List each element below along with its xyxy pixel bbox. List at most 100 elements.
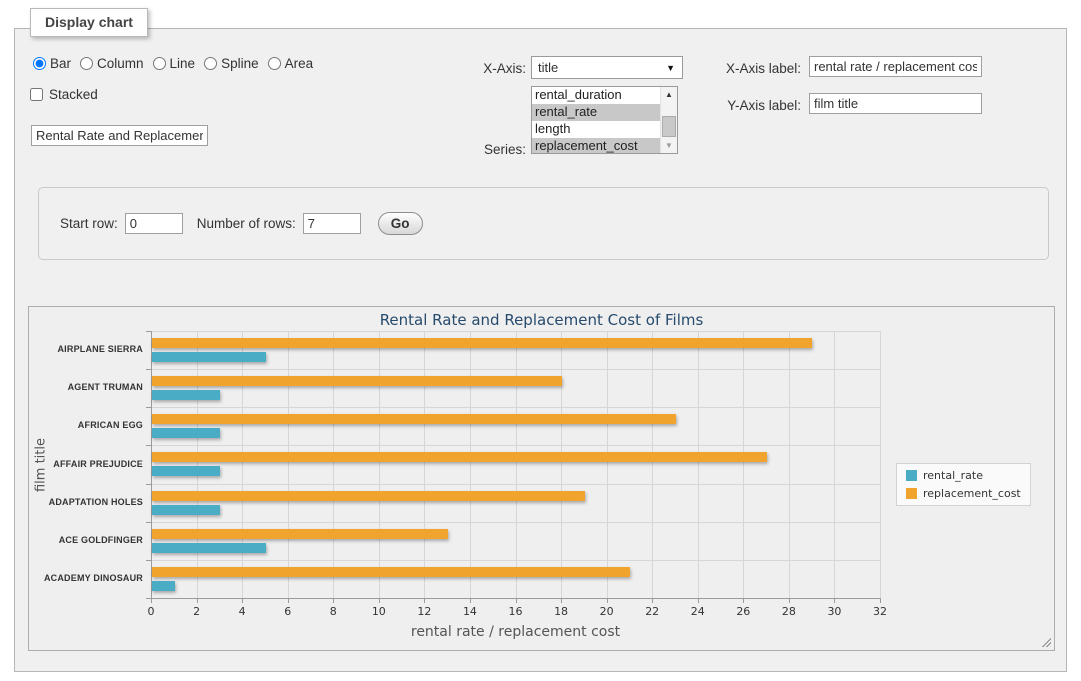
chart-type-radio-group: Bar Column Line Spline Area (33, 56, 322, 71)
gridline (607, 331, 608, 598)
gridline (698, 331, 699, 598)
bar-replacement_cost (152, 452, 767, 462)
chart-x-axis-title: rental rate / replacement cost (151, 624, 880, 640)
chart-type-radio-line[interactable] (153, 57, 166, 70)
series-option-rental_duration[interactable]: rental_duration (532, 87, 660, 104)
series-option-rental_rate[interactable]: rental_rate (532, 104, 660, 121)
x-tick (834, 599, 835, 603)
chart-type-label: Spline (221, 56, 259, 71)
x-tick-label: 26 (728, 605, 758, 618)
x-tick (652, 599, 653, 603)
y-axis-label-caption: Y-Axis label: (681, 98, 801, 113)
chart-type-radio-column[interactable] (80, 57, 93, 70)
x-axis-select[interactable]: title ▼ (531, 56, 683, 79)
chart-type-spline[interactable]: Spline (204, 56, 259, 71)
x-tick (789, 599, 790, 603)
start-row-label: Start row: (60, 216, 118, 231)
gridline (151, 560, 880, 561)
x-tick (698, 599, 699, 603)
series-multiselect[interactable]: rental_durationrental_ratelengthreplacem… (531, 86, 678, 154)
category-label: AFRICAN EGG (29, 420, 143, 430)
gridline (242, 331, 243, 598)
scroll-up-icon[interactable]: ▲ (661, 87, 677, 102)
series-option-replacement_cost[interactable]: replacement_cost (532, 138, 660, 154)
gridline (516, 331, 517, 598)
legend-swatch (906, 470, 917, 481)
x-tick (743, 599, 744, 603)
bar-rental_rate (152, 505, 220, 515)
go-button[interactable]: Go (378, 212, 423, 235)
x-tick (561, 599, 562, 603)
gridline (880, 331, 881, 598)
chart-type-radio-spline[interactable] (204, 57, 217, 70)
bar-replacement_cost (152, 491, 585, 501)
bar-rental_rate (152, 466, 220, 476)
gridline (151, 484, 880, 485)
bar-rental_rate (152, 428, 220, 438)
series-option-length[interactable]: length (532, 121, 660, 138)
chart-type-column[interactable]: Column (80, 56, 144, 71)
x-tick (424, 599, 425, 603)
category-label: AIRPLANE SIERRA (29, 344, 143, 354)
gridline (561, 331, 562, 598)
gridline (789, 331, 790, 598)
row-controls-box: Start row: Number of rows: Go (38, 187, 1049, 260)
y-axis-line (151, 331, 152, 598)
x-tick-label: 4 (227, 605, 257, 618)
bar-replacement_cost (152, 376, 562, 386)
y-axis-label-input[interactable] (809, 93, 982, 114)
stacked-label: Stacked (49, 87, 98, 102)
gridline (333, 331, 334, 598)
chart-type-bar[interactable]: Bar (33, 56, 71, 71)
x-tick (607, 599, 608, 603)
panel-legend: Display chart (30, 8, 148, 37)
category-label: AGENT TRUMAN (29, 382, 143, 392)
gridline (743, 331, 744, 598)
gridline (834, 331, 835, 598)
category-label: ACADEMY DINOSAUR (29, 573, 143, 583)
x-tick (151, 599, 152, 603)
x-axis-line (151, 598, 881, 599)
series-options: rental_durationrental_ratelengthreplacem… (532, 87, 660, 153)
x-axis-label-input[interactable] (809, 56, 982, 77)
chart-type-label: Bar (50, 56, 71, 71)
chart-type-radio-bar[interactable] (33, 57, 46, 70)
gridline (197, 331, 198, 598)
x-tick (288, 599, 289, 603)
category-label: ACE GOLDFINGER (29, 535, 143, 545)
bar-rental_rate (152, 390, 220, 400)
gridline (652, 331, 653, 598)
legend-item-replacement_cost[interactable]: replacement_cost (906, 487, 1021, 500)
chart-type-radio-area[interactable] (268, 57, 281, 70)
x-axis-select-label: X-Axis: (421, 61, 526, 76)
x-tick (379, 599, 380, 603)
stacked-checkbox[interactable] (30, 88, 43, 101)
chart-type-line[interactable]: Line (153, 56, 196, 71)
category-label: ADAPTATION HOLES (29, 497, 143, 507)
scroll-down-icon[interactable]: ▼ (661, 138, 677, 153)
gridline (379, 331, 380, 598)
x-tick (516, 599, 517, 603)
series-select-label: Series: (421, 142, 526, 157)
x-tick-label: 6 (273, 605, 303, 618)
x-tick-label: 10 (364, 605, 394, 618)
start-row-input[interactable] (125, 213, 183, 234)
num-rows-input[interactable] (303, 213, 361, 234)
x-tick-label: 2 (182, 605, 212, 618)
chart-title-input[interactable] (31, 125, 208, 146)
resize-handle-icon[interactable] (1040, 636, 1051, 647)
gridline (151, 407, 880, 408)
scrollbar[interactable]: ▲ ▼ (660, 87, 677, 153)
gridline (151, 331, 880, 332)
scrollbar-thumb[interactable] (662, 116, 676, 137)
legend-item-rental_rate[interactable]: rental_rate (906, 469, 1021, 482)
stacked-checkbox-row[interactable]: Stacked (30, 87, 98, 102)
bar-replacement_cost (152, 529, 448, 539)
chart-type-label: Column (97, 56, 144, 71)
bar-rental_rate (152, 581, 175, 591)
chart-type-area[interactable]: Area (268, 56, 314, 71)
chart-type-label: Area (285, 56, 314, 71)
x-tick (242, 599, 243, 603)
x-tick-label: 32 (865, 605, 895, 618)
x-tick (470, 599, 471, 603)
